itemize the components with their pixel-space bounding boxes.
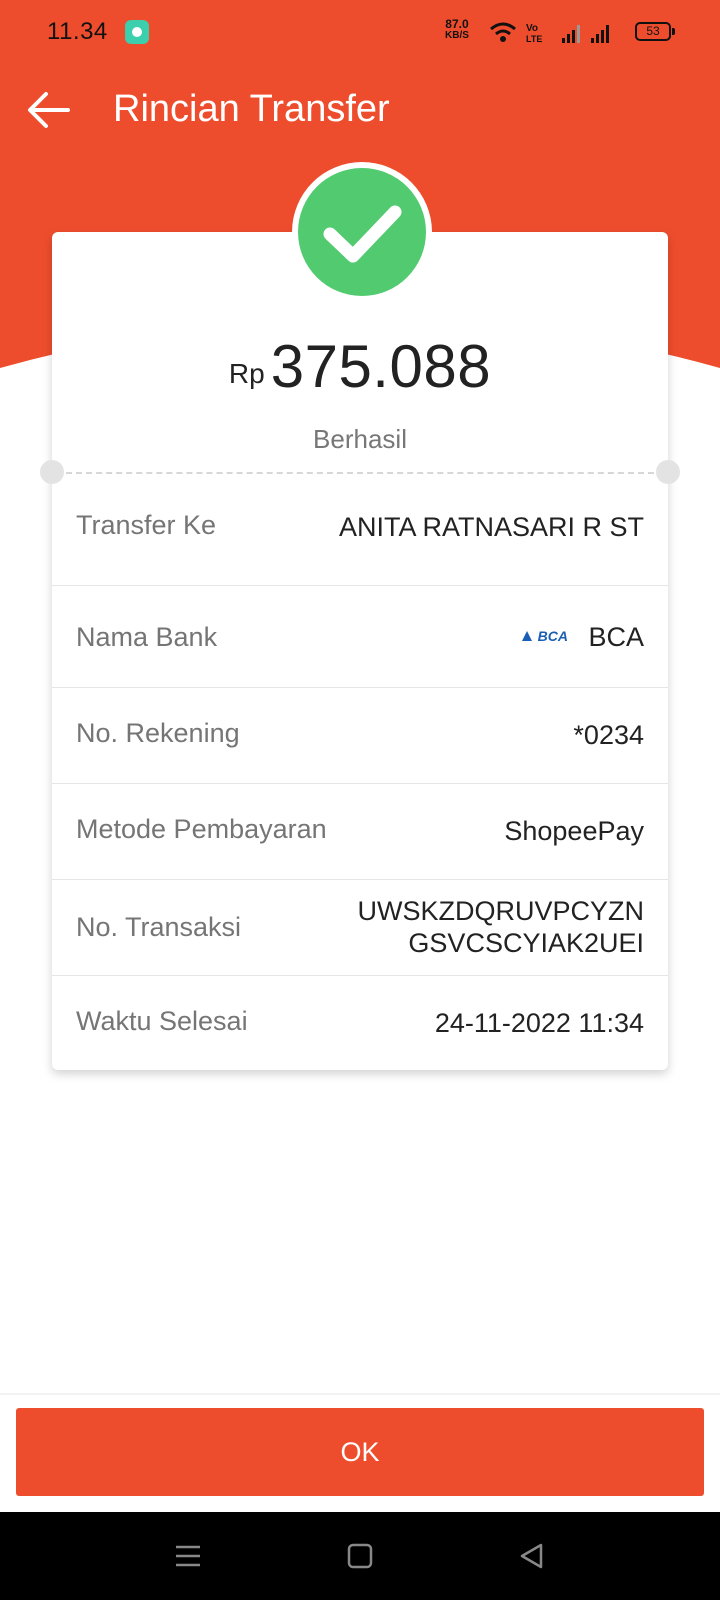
detail-value: 24-11-2022 11:34: [434, 1008, 644, 1038]
network-speed-unit: KB/S: [445, 30, 469, 41]
amount: Rp 375.088: [52, 332, 668, 401]
home-square-icon: [347, 1543, 373, 1569]
battery-icon: 53: [635, 22, 675, 41]
menu-icon: [176, 1545, 200, 1567]
transaction-id-line-1: UWSKZDQRUVPCYZN: [357, 896, 644, 926]
transfer-status: Berhasil: [313, 424, 407, 454]
app-notification-icon: [125, 20, 149, 44]
back-button[interactable]: [24, 84, 76, 136]
wifi-icon: [490, 22, 516, 42]
network-speed-value: 87.0: [445, 17, 469, 31]
footer-divider: [0, 1393, 720, 1395]
transaction-id-line-2: GSVCSCYIAK2UEI: [408, 928, 644, 958]
dashed-divider: [66, 472, 654, 474]
detail-value: UWSKZDQRUVPCYZN GSVCSCYIAK2UEI: [357, 895, 644, 959]
detail-label: Waktu Selesai: [76, 1006, 248, 1036]
page-title: Rincian Transfer: [113, 88, 390, 130]
status-time: 11.34: [47, 18, 108, 45]
detail-value: ShopeePay: [504, 816, 644, 846]
bca-mark-icon: [521, 631, 532, 641]
bca-logo: BCA: [520, 628, 568, 644]
nav-back-button[interactable]: [514, 1538, 550, 1574]
nav-menu-button[interactable]: [170, 1538, 206, 1574]
detail-label: Nama Bank: [76, 622, 218, 652]
detail-label: Transfer Ke: [76, 510, 217, 540]
ticket-notch-left: [40, 460, 64, 484]
back-triangle-icon: [520, 1543, 543, 1569]
detail-row-payment-method: Metode Pembayaran ShopeePay: [52, 784, 668, 880]
volte-icon: Vo: [526, 23, 538, 34]
success-badge: [292, 162, 432, 302]
detail-row-completed-time: Waktu Selesai 24-11-2022 11:34: [52, 976, 668, 1070]
detail-row-transaction: No. Transaksi UWSKZDQRUVPCYZN GSVCSCYIAK…: [52, 880, 668, 976]
detail-row-transfer-to: Transfer Ke ANITA RATNASARI R ST: [52, 484, 668, 586]
detail-label: Metode Pembayaran: [76, 814, 327, 844]
arrow-left-icon: [28, 92, 70, 128]
checkmark-icon: [323, 205, 402, 263]
ticket-notch-right: [656, 460, 680, 484]
nav-home-button[interactable]: [342, 1538, 378, 1574]
detail-row-account: No. Rekening *0234: [52, 688, 668, 784]
receipt-card: Rp 375.088 Berhasil Transfer Ke ANITA RAT…: [40, 232, 680, 1070]
system-nav-bar: [0, 1512, 720, 1600]
amount-value: 375.088: [270, 333, 492, 400]
detail-value: ANITA RATNASARI R ST: [338, 512, 644, 542]
lte-icon: LTE: [526, 34, 542, 44]
status-bar: 11.34 87.0 KB/S Vo LTE 53: [0, 0, 720, 64]
check-circle-icon: [298, 168, 426, 296]
bca-logo-text: BCA: [537, 628, 568, 644]
network-speed: 87.0 KB/S: [445, 18, 469, 42]
amount-currency: Rp: [228, 358, 265, 389]
ok-button[interactable]: OK: [16, 1408, 704, 1496]
detail-label: No. Rekening: [76, 718, 240, 748]
detail-value: BCA: [588, 622, 644, 652]
detail-value: *0234: [573, 720, 644, 750]
detail-row-bank: Nama Bank BCA BCA: [52, 586, 668, 688]
detail-label: No. Transaksi: [76, 912, 242, 942]
signal-icons: Vo LTE: [490, 22, 609, 44]
signal-1-icon: [562, 25, 580, 43]
app-bar: Rincian Transfer: [0, 70, 720, 154]
signal-2-icon: [591, 25, 609, 43]
